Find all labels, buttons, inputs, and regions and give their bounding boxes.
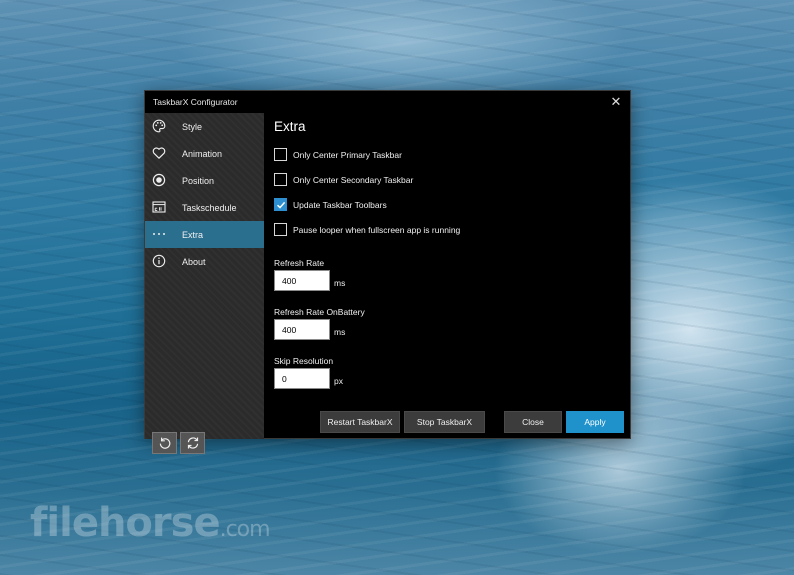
sidebar-item-animation[interactable]: Animation [145,140,264,167]
extra-panel: Extra Only Center Primary Taskbar Only C… [264,113,630,439]
checkbox-box[interactable] [274,198,287,211]
refresh-rate-battery-label: Refresh Rate OnBattery [274,307,365,317]
refresh-button[interactable] [180,432,205,454]
checkbox-box[interactable] [274,223,287,236]
refresh-rate-battery-input[interactable] [274,319,330,340]
sidebar-item-label: Position [182,176,215,186]
skip-resolution-label: Skip Resolution [274,356,334,366]
refresh-rate-battery-unit: ms [334,327,346,337]
stop-taskbarx-button[interactable]: Stop TaskbarX [404,411,485,433]
sidebar-item-about[interactable]: About [145,248,264,275]
palette-icon [152,119,166,133]
checkbox-label: Only Center Primary Taskbar [293,150,402,160]
sidebar-item-extra[interactable]: Extra [145,221,264,248]
skip-resolution-input[interactable] [274,368,330,389]
checkbox-box[interactable] [274,173,287,186]
refresh-rate-label: Refresh Rate [274,258,325,268]
more-dots-icon [152,227,166,241]
sidebar-item-label: Style [182,122,203,132]
sidebar-item-label: Extra [182,230,204,240]
radio-target-icon [152,173,166,187]
heart-icon [152,146,166,160]
skip-resolution-unit: px [334,376,343,386]
sidebar-item-label: Animation [182,149,223,159]
checkbox-label: Pause looper when fullscreen app is runn… [293,225,461,235]
window-close-icon[interactable]: ✕ [608,94,624,110]
sidebar-item-label: About [182,257,206,267]
close-button[interactable]: Close [504,411,562,433]
refresh-rate-unit: ms [334,278,346,288]
title-bar[interactable]: TaskbarX Configurator ✕ [145,91,630,113]
checkmark-icon [276,201,286,209]
configurator-window: TaskbarX Configurator ✕ Style Animation … [144,90,631,454]
checkbox-label: Update Taskbar Toolbars [293,200,387,210]
sidebar-item-style[interactable]: Style [145,113,264,140]
checkbox-box[interactable] [274,148,287,161]
window-title: TaskbarX Configurator [153,97,238,107]
sidebar-item-position[interactable]: Position [145,167,264,194]
reset-button[interactable] [152,432,177,454]
sidebar: Style Animation Position Taskschedule Ex [145,113,264,454]
apply-button[interactable]: Apply [566,411,624,433]
refresh-rate-input[interactable] [274,270,330,291]
restart-taskbarx-button[interactable]: Restart TaskbarX [320,411,400,433]
info-icon [152,254,166,268]
checkbox-label: Only Center Secondary Taskbar [293,175,414,185]
page-title: Extra [274,119,306,134]
sidebar-item-label: Taskschedule [182,203,237,213]
calendar-icon [152,200,166,214]
sidebar-item-taskschedule[interactable]: Taskschedule [145,194,264,221]
filehorse-watermark: filehorse.com [30,500,271,546]
